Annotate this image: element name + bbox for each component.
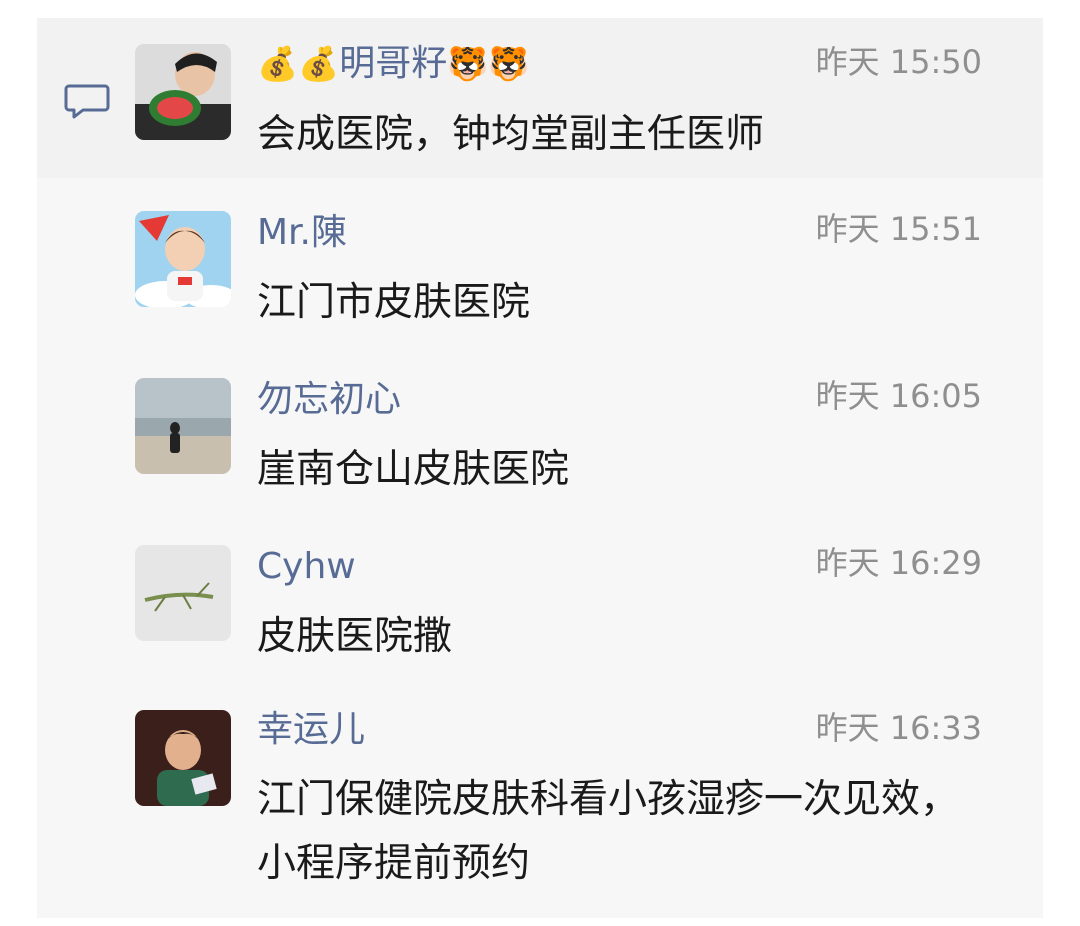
tiger-emoji: 🐯🐯 [447, 44, 530, 83]
commenter-name[interactable]: 勿忘初心 [257, 378, 401, 422]
avatar[interactable] [135, 378, 231, 474]
avatar[interactable] [135, 710, 231, 806]
comment-time: 昨天 16:05 [815, 377, 982, 415]
commenter-name[interactable]: 💰💰明哥籽🐯🐯 [257, 42, 529, 86]
comment-item[interactable]: 勿忘初心 昨天 16:05 崖南仓山皮肤医院 [37, 352, 1043, 512]
comment-bubble-icon[interactable] [63, 82, 111, 122]
comment-item[interactable]: 幸运儿 昨天 16:33 江门保健院皮肤科看小孩湿疹一次见效，小程序提前预约 [37, 686, 1043, 918]
comment-item[interactable]: Mr.陳 昨天 15:51 江门市皮肤医院 [37, 185, 1043, 345]
money-bag-emoji: 💰💰 [257, 44, 340, 83]
commenter-name[interactable]: Cyhw [257, 545, 356, 589]
comment-item[interactable]: 💰💰明哥籽🐯🐯 昨天 15:50 会成医院，钟均堂副主任医师 [37, 18, 1043, 178]
comment-time: 昨天 16:33 [815, 709, 982, 747]
commenter-name[interactable]: Mr.陳 [257, 211, 347, 255]
comment-content: 江门市皮肤医院 [257, 280, 531, 325]
comment-time: 昨天 16:29 [815, 544, 982, 582]
comment-time: 昨天 15:51 [815, 210, 982, 248]
comment-content: 皮肤医院撒 [257, 614, 453, 659]
commenter-name-text: 明哥籽 [339, 43, 448, 84]
comment-time: 昨天 15:50 [815, 43, 982, 81]
avatar[interactable] [135, 545, 231, 641]
comment-content: 崖南仓山皮肤医院 [257, 447, 570, 492]
commenter-name[interactable]: 幸运儿 [257, 708, 365, 752]
comment-content: 会成医院，钟均堂副主任医师 [257, 112, 765, 157]
avatar[interactable] [135, 44, 231, 140]
comment-content: 江门保健院皮肤科看小孩湿疹一次见效，小程序提前预约 [257, 777, 960, 886]
comment-item[interactable]: Cyhw 昨天 16:29 皮肤医院撒 [37, 519, 1043, 679]
avatar[interactable] [135, 211, 231, 307]
